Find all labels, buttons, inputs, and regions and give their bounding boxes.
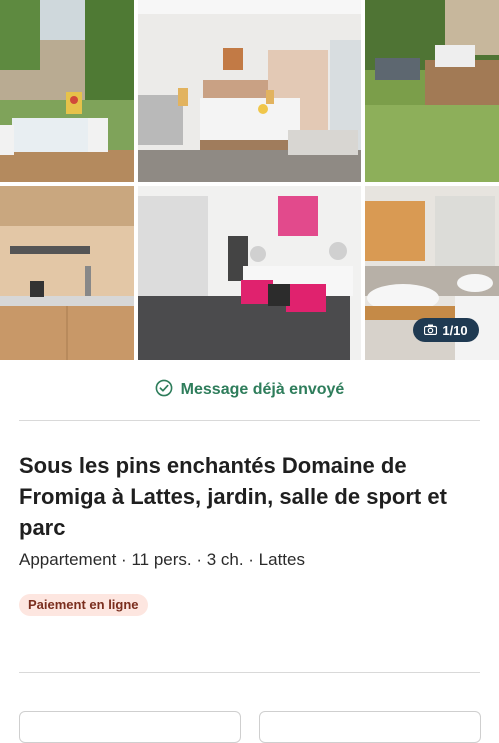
- listing-subtitle: Appartement · 11 pers. · 3 ch. · Lattes: [19, 550, 305, 569]
- photo-garden-terrace[interactable]: [0, 0, 134, 182]
- divider: [19, 420, 480, 421]
- photo-bedroom-2[interactable]: [138, 186, 361, 360]
- listing-title[interactable]: Sous les pins enchantés Domaine de Fromi…: [19, 450, 459, 543]
- payment-badge: Paiement en ligne: [19, 594, 148, 616]
- check-circle-icon: [155, 379, 173, 402]
- photo-kitchen[interactable]: [0, 186, 134, 360]
- message-sent-text: Message déjà envoyé: [180, 381, 345, 398]
- photo-counter-text: 1/10: [442, 322, 468, 338]
- bottom-action-button-right[interactable]: [259, 711, 481, 743]
- bottom-action-button-left[interactable]: [19, 711, 241, 743]
- photo-garden-lounger[interactable]: [365, 0, 499, 182]
- message-sent-status: Message déjà envoyé: [0, 378, 499, 402]
- divider: [19, 672, 480, 673]
- photo-counter[interactable]: 1/10: [413, 318, 479, 342]
- photo-gallery[interactable]: 1/10: [0, 0, 499, 360]
- camera-icon: [424, 323, 438, 338]
- photo-bedroom-1[interactable]: [138, 0, 361, 182]
